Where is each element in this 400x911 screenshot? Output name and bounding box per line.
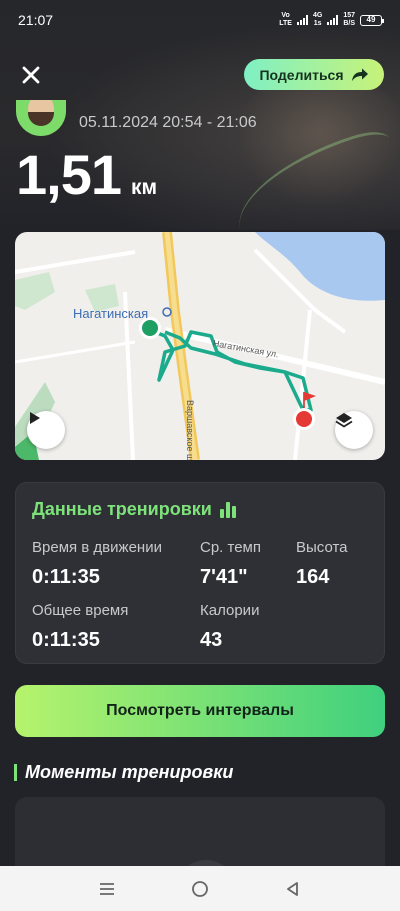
stat-elevation: Высота 164 — [296, 539, 348, 588]
close-button[interactable] — [18, 62, 44, 88]
workout-stats-card: Данные тренировки Время в движении 0:11:… — [15, 482, 385, 664]
stat-avg-pace: Ср. темп 7'41" — [200, 539, 261, 588]
bar-chart-icon — [219, 501, 236, 518]
menu-button[interactable] — [92, 874, 122, 904]
distance: 1,51 км — [16, 142, 157, 207]
stats-title: Данные тренировки — [32, 499, 236, 520]
station-label: Нагатинская — [73, 306, 149, 321]
section-accent-bar — [14, 764, 17, 781]
map-layers-button[interactable] — [335, 411, 373, 449]
system-nav-bar — [0, 866, 400, 911]
view-intervals-button[interactable]: Посмотреть интервалы — [15, 685, 385, 737]
close-icon — [22, 66, 40, 84]
status-icons: Vo LTE 4G 1s 157 B/S 49 — [279, 12, 384, 28]
play-route-button[interactable] — [27, 411, 65, 449]
home-button[interactable] — [185, 874, 215, 904]
share-label: Поделиться — [259, 66, 344, 83]
map-canvas — [15, 232, 385, 460]
distance-unit: км — [131, 176, 158, 199]
volte-icon: Vo LTE — [279, 12, 292, 27]
back-triangle-icon — [287, 881, 299, 896]
share-arrow-icon — [351, 68, 368, 81]
signal-icon — [296, 15, 308, 25]
back-button[interactable] — [278, 874, 308, 904]
stat-moving-time: Время в движении 0:11:35 — [32, 539, 162, 588]
battery-icon: 49 — [360, 14, 384, 26]
status-time: 21:07 — [18, 12, 54, 28]
menu-icon — [99, 882, 114, 895]
signal-icon-2 — [327, 15, 339, 25]
share-button[interactable]: Поделиться — [244, 59, 384, 90]
route-map[interactable]: Нагатинская Нагатинская ул. Варшавское ш… — [15, 232, 385, 460]
network-speed: 157 B/S — [343, 12, 355, 27]
workout-datetime: 05.11.2024 20:54 - 21:06 — [79, 114, 257, 131]
home-circle-icon — [192, 880, 208, 897]
layers-icon — [335, 413, 353, 428]
4g-icon: 4G 1s — [312, 12, 323, 27]
stat-calories: Калории 43 — [200, 602, 260, 651]
status-bar: 21:07 Vo LTE 4G 1s 157 B/S 49 — [0, 0, 400, 40]
road-label: Варшавское ш. — [185, 400, 195, 460]
play-icon — [30, 412, 40, 424]
avatar-beard — [28, 112, 54, 126]
distance-value: 1,51 — [16, 143, 122, 206]
stat-total-time: Общее время 0:11:35 — [32, 602, 129, 651]
moments-section-title: Моменты тренировки — [14, 762, 233, 783]
